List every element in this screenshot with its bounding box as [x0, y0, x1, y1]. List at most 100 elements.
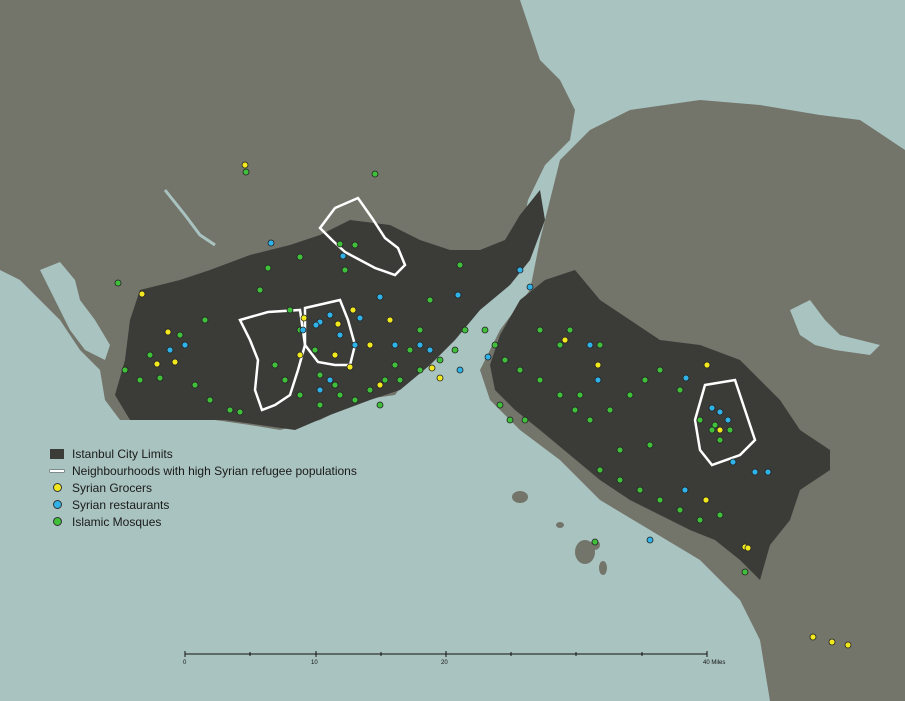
- mosque-marker: [296, 253, 304, 261]
- mosque-marker: [256, 286, 264, 294]
- mosque-marker: [264, 264, 272, 272]
- restaurant-marker: [181, 341, 189, 349]
- grocer-marker: [561, 336, 569, 344]
- legend-label: Neighbourhoods with high Syrian refugee …: [72, 463, 357, 478]
- restaurant-marker: [454, 291, 462, 299]
- scale-tick-label: 10: [311, 660, 318, 666]
- mosque-marker: [576, 391, 584, 399]
- mosque-marker: [336, 391, 344, 399]
- mosque-marker: [271, 361, 279, 369]
- mosque-marker: [596, 341, 604, 349]
- mosque-marker: [176, 331, 184, 339]
- mosque-marker: [606, 406, 614, 414]
- island: [512, 491, 528, 503]
- mosque-marker: [626, 391, 634, 399]
- grocer-marker: [828, 638, 836, 646]
- mosque-marker: [336, 240, 344, 248]
- mosque-marker: [406, 346, 414, 354]
- mosque-marker: [641, 376, 649, 384]
- mosque-marker: [656, 366, 664, 374]
- mosque-marker: [316, 371, 324, 379]
- mosque-marker: [741, 568, 749, 576]
- grocer-marker: [809, 633, 817, 641]
- mosque-marker: [491, 341, 499, 349]
- mosque-marker: [426, 296, 434, 304]
- restaurant-marker: [729, 458, 737, 466]
- mosque-marker: [396, 376, 404, 384]
- restaurant-marker: [716, 408, 724, 416]
- grocer-marker: [164, 328, 172, 336]
- restaurant-marker: [426, 346, 434, 354]
- mosque-marker: [206, 396, 214, 404]
- mosque-marker: [451, 346, 459, 354]
- map-legend: Istanbul City Limits Neighbourhoods with…: [50, 445, 357, 530]
- restaurant-marker: [312, 321, 320, 329]
- mosque-marker: [556, 341, 564, 349]
- mosque-marker: [711, 421, 719, 429]
- restaurant-marker: [299, 326, 307, 334]
- mosque-marker: [726, 426, 734, 434]
- restaurant-marker: [646, 536, 654, 544]
- mosque-marker: [501, 356, 509, 364]
- mosque-marker: [656, 496, 664, 504]
- mosque-marker: [281, 376, 289, 384]
- mosque-marker: [351, 396, 359, 404]
- island: [599, 561, 607, 575]
- grocer-marker: [334, 320, 342, 328]
- mosque-marker: [636, 486, 644, 494]
- restaurant-marker: [351, 341, 359, 349]
- mosque-marker: [696, 516, 704, 524]
- restaurant-marker: [316, 386, 324, 394]
- mosque-marker: [371, 170, 379, 178]
- restaurant-marker: [516, 266, 524, 274]
- mosque-marker: [114, 279, 122, 287]
- grocer-marker: [428, 364, 436, 372]
- map[interactable]: 0 10 20 40 Miles: [0, 0, 905, 701]
- restaurant-marker: [326, 311, 334, 319]
- restaurant-marker: [356, 314, 364, 322]
- mosque-marker: [591, 538, 599, 546]
- grocer-marker: [386, 316, 394, 324]
- restaurant-marker: [336, 331, 344, 339]
- mosque-marker: [676, 506, 684, 514]
- mosque-marker: [596, 466, 604, 474]
- grocer-marker: [703, 361, 711, 369]
- restaurant-marker: [526, 283, 534, 291]
- grocer-marker: [138, 290, 146, 298]
- legend-item-grocers: Syrian Grocers: [50, 479, 357, 496]
- mosque-marker: [391, 361, 399, 369]
- grocer-marker: [744, 544, 752, 552]
- grocer-marker: [331, 351, 339, 359]
- mosque-marker: [461, 326, 469, 334]
- mosque-marker: [331, 381, 339, 389]
- grocer-marker: [844, 641, 852, 649]
- restaurant-marker: [594, 376, 602, 384]
- grocer-marker: [241, 161, 249, 169]
- mosque-marker: [286, 306, 294, 314]
- scale-tick-label: 40 Miles: [703, 660, 725, 666]
- mosque-marker: [381, 376, 389, 384]
- mosque-marker: [136, 376, 144, 384]
- restaurant-marker: [456, 366, 464, 374]
- mosque-marker: [496, 401, 504, 409]
- restaurant-marker: [586, 341, 594, 349]
- mosque-marker: [366, 386, 374, 394]
- grocer-marker: [346, 363, 354, 371]
- legend-label: Syrian restaurants: [72, 497, 170, 512]
- legend-item-restaurants: Syrian restaurants: [50, 496, 357, 513]
- restaurant-marker: [326, 376, 334, 384]
- mosque-marker: [676, 386, 684, 394]
- mosque-marker: [242, 168, 250, 176]
- restaurant-marker: [681, 486, 689, 494]
- mosque-marker: [521, 416, 529, 424]
- restaurant-marker: [339, 252, 347, 260]
- restaurant-marker: [764, 468, 772, 476]
- restaurant-marker: [267, 239, 275, 247]
- restaurant-marker: [724, 416, 732, 424]
- restaurant-marker: [682, 374, 690, 382]
- mosque-marker: [696, 416, 704, 424]
- grocer-marker: [594, 361, 602, 369]
- scale-tick-label: 20: [441, 660, 448, 666]
- mosque-marker: [416, 326, 424, 334]
- restaurant-marker: [751, 468, 759, 476]
